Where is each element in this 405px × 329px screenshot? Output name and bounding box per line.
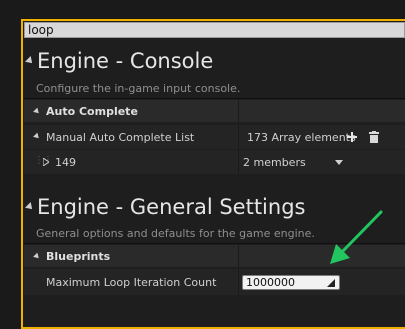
delete-icon[interactable] xyxy=(369,131,379,143)
column-divider xyxy=(238,150,239,174)
collapse-arrow-icon[interactable] xyxy=(25,202,35,212)
resize-grip-icon[interactable] xyxy=(327,279,335,287)
search-input[interactable]: loop xyxy=(24,22,405,38)
loop-count-value: 1000000 xyxy=(246,276,295,289)
column-divider xyxy=(238,100,239,122)
collapse-arrow-icon[interactable] xyxy=(25,56,35,66)
section-header-console[interactable]: Engine - Console xyxy=(24,46,405,76)
loop-count-input[interactable]: 1000000 xyxy=(242,275,340,290)
property-row-array-entry[interactable]: ⋮⋮ 149 2 members xyxy=(24,150,405,174)
section-title: Engine - General Settings xyxy=(37,195,306,219)
section-title: Engine - Console xyxy=(37,49,214,73)
collapse-arrow-icon[interactable] xyxy=(33,132,41,141)
property-label: Maximum Loop Iteration Count xyxy=(46,276,217,289)
column-divider xyxy=(238,125,239,149)
property-row-loop-count[interactable]: Maximum Loop Iteration Count xyxy=(24,269,405,295)
section-description: Configure the in-game input console. xyxy=(36,82,241,95)
collapse-arrow-icon[interactable] xyxy=(33,107,41,115)
category-label: Auto Complete xyxy=(46,104,138,118)
property-label: Manual Auto Complete List xyxy=(46,131,195,144)
expand-arrow-icon[interactable] xyxy=(43,158,49,166)
collapse-arrow-icon[interactable] xyxy=(33,252,41,260)
add-element-icon[interactable] xyxy=(347,132,357,142)
column-divider xyxy=(238,245,239,267)
section-description: General options and defaults for the gam… xyxy=(36,227,315,240)
column-divider xyxy=(238,269,239,295)
member-count: 2 members xyxy=(243,156,306,169)
category-auto-complete[interactable]: Auto Complete xyxy=(24,100,405,122)
divider xyxy=(24,98,405,99)
category-label: Blueprints xyxy=(46,249,111,263)
annotation-arrow-icon xyxy=(330,210,383,264)
property-row-manual-list[interactable]: Manual Auto Complete List 173 Array elem… xyxy=(24,125,405,149)
array-index: 149 xyxy=(55,156,76,169)
chevron-down-icon[interactable] xyxy=(335,160,343,165)
array-count: 173 Array elements xyxy=(247,131,356,144)
